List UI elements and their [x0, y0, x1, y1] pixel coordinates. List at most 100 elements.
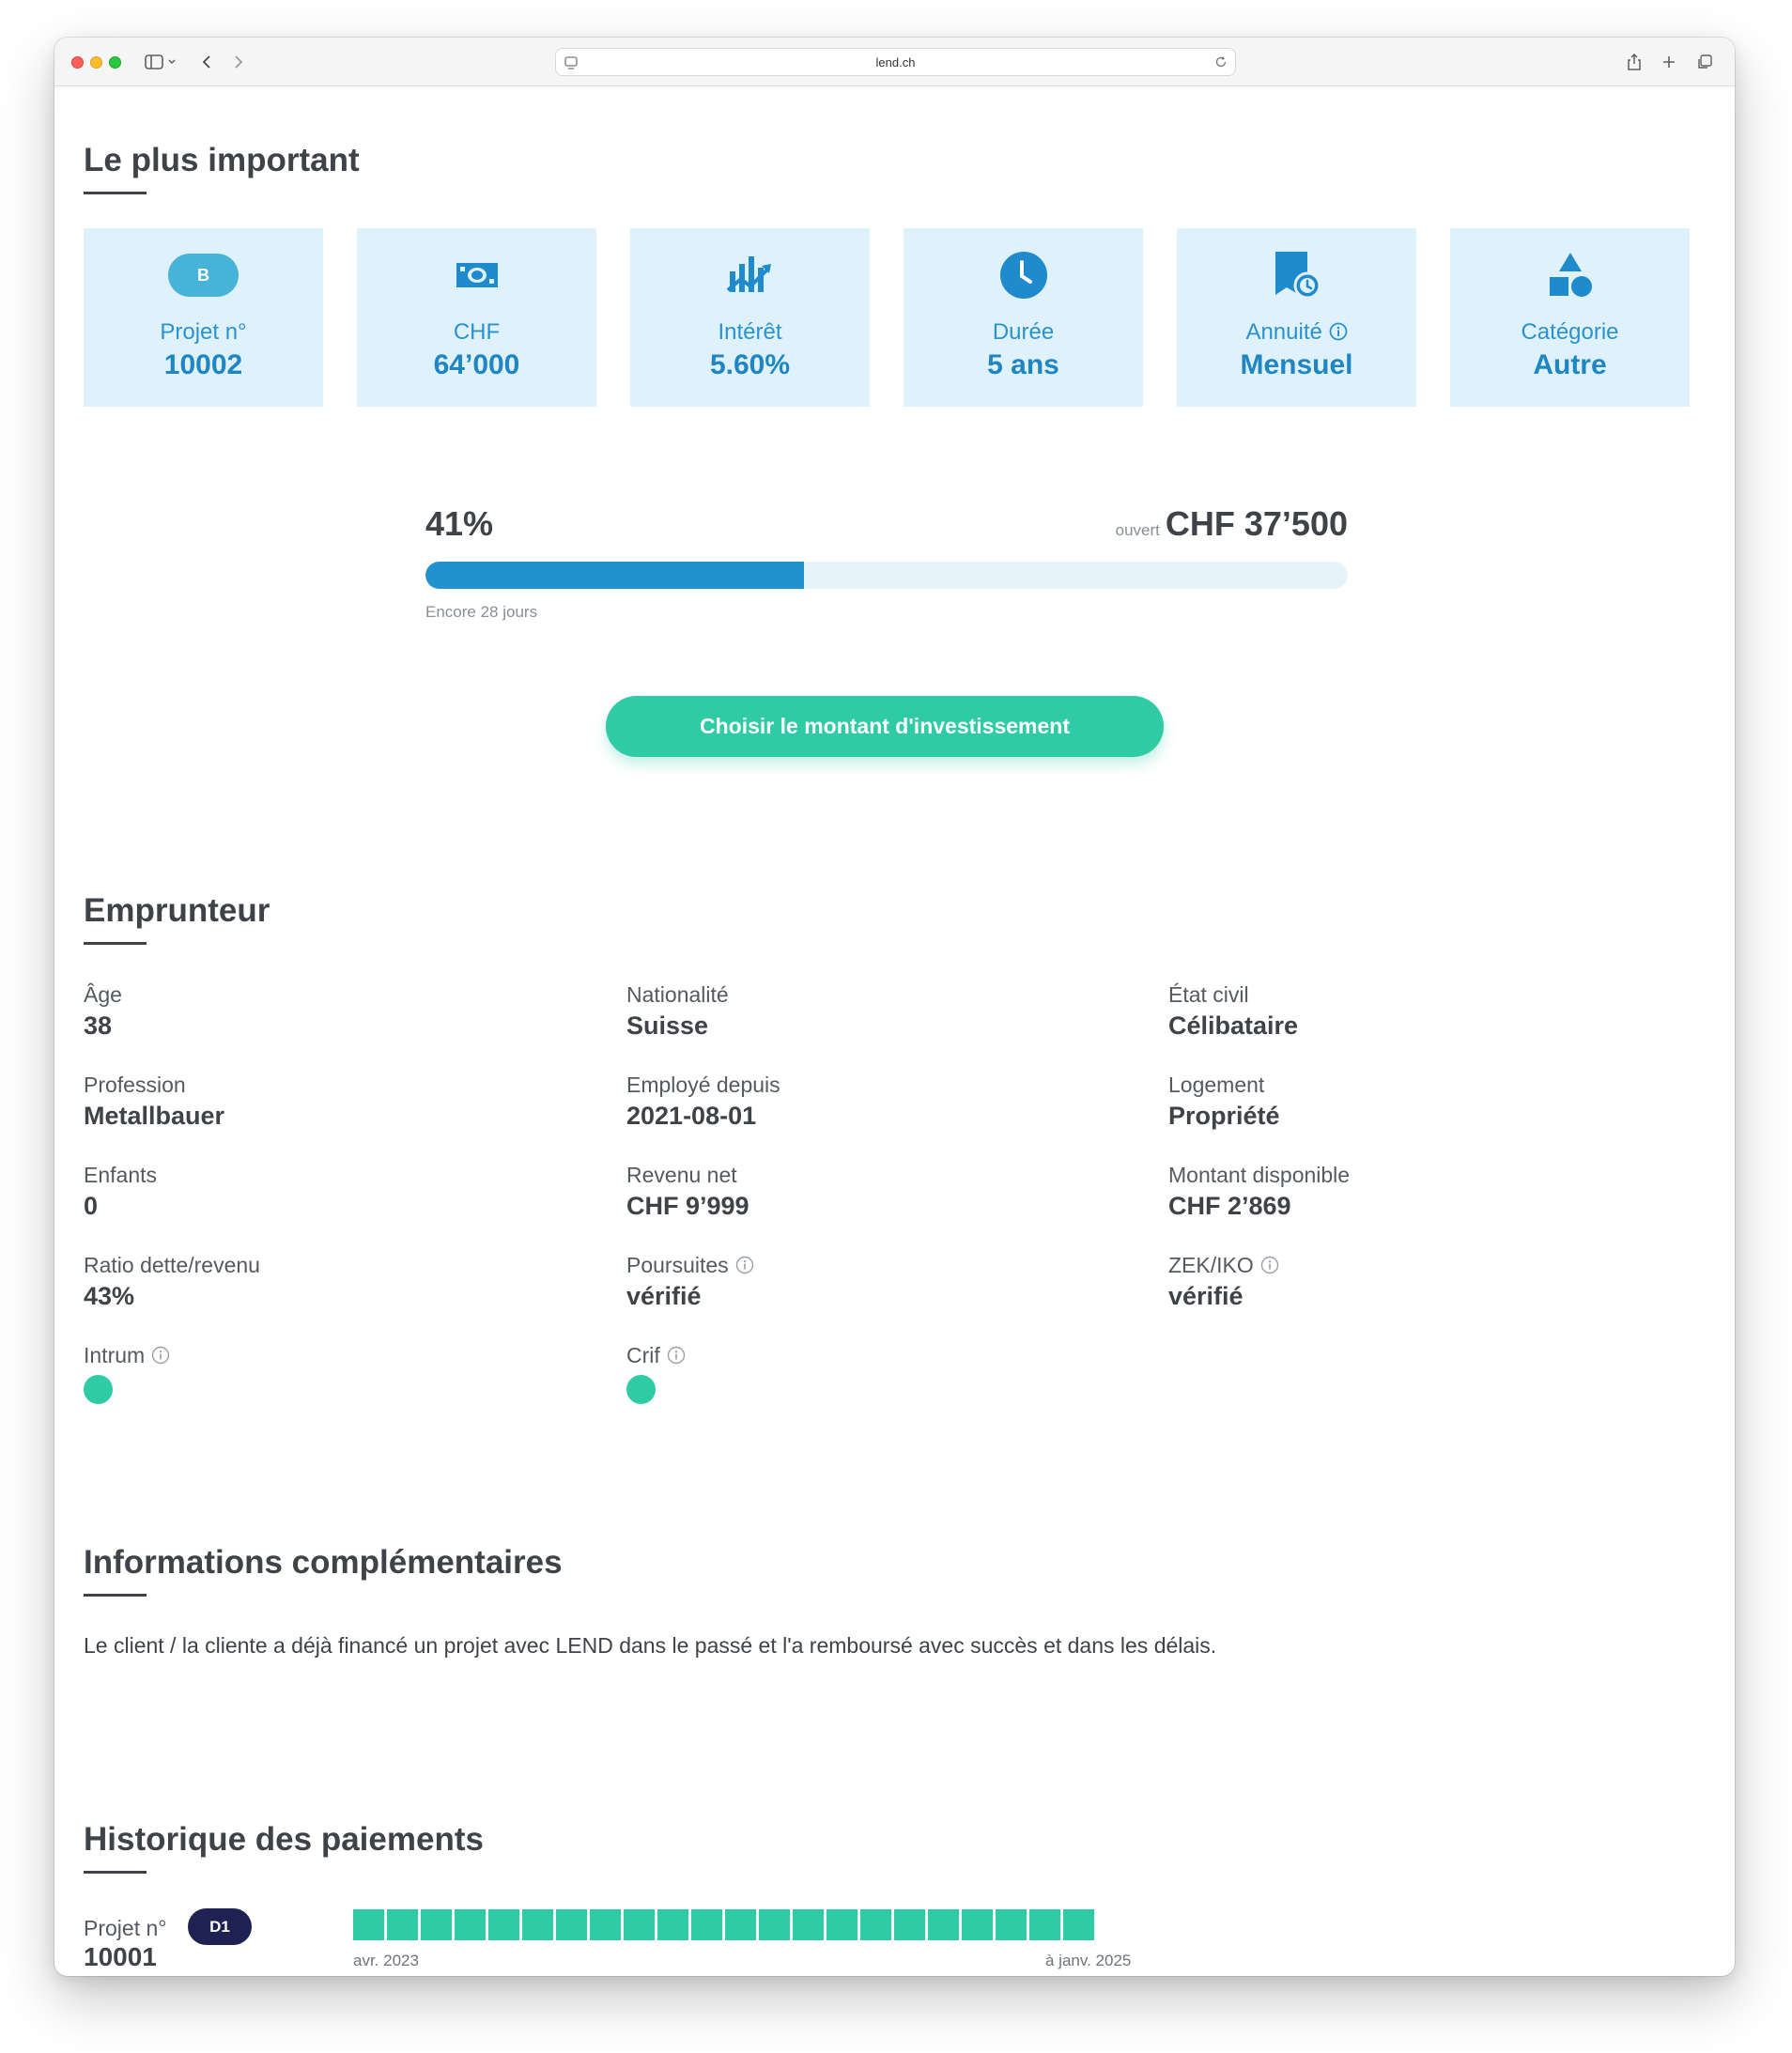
field-value: Propriété	[1168, 1102, 1280, 1130]
chevron-right-icon	[235, 55, 243, 69]
payment-paid-marker	[522, 1909, 553, 1940]
growth-chart-icon	[726, 256, 771, 296]
reload-icon[interactable]	[1214, 55, 1228, 73]
progress-bar-fill	[425, 562, 804, 589]
close-window-button[interactable]	[71, 56, 84, 69]
card-label: CHF	[453, 319, 501, 345]
minimize-window-button[interactable]	[90, 56, 102, 69]
card-category: Catégorie Autre	[1450, 228, 1690, 407]
field-debt-ratio: Ratio dette/revenu 43%	[84, 1251, 553, 1311]
card-value: 5 ans	[987, 349, 1059, 380]
field-label-text: Poursuites	[626, 1252, 729, 1277]
back-button[interactable]	[201, 51, 212, 73]
field-value: 43%	[84, 1282, 135, 1310]
info-icon[interactable]	[1260, 1256, 1279, 1274]
shapes-icon	[1549, 253, 1592, 297]
field-label: Revenu net	[626, 1162, 737, 1187]
clock-icon	[999, 252, 1047, 299]
section-underline	[84, 942, 147, 945]
address-bar[interactable]: lend.ch	[555, 48, 1236, 76]
field-value: CHF 9’999	[626, 1192, 749, 1220]
calendar-clock-icon	[1274, 252, 1321, 300]
payment-paid-marker	[894, 1909, 925, 1940]
additional-info-text: Le client / la cliente a déjà financé un…	[84, 1633, 1217, 1658]
status-ok-indicator	[84, 1375, 113, 1404]
field-housing: Logement Propriété	[1168, 1071, 1638, 1131]
payment-paid-marker	[860, 1909, 891, 1940]
card-amount: CHF 64’000	[357, 228, 596, 407]
forward-button[interactable]	[233, 51, 244, 73]
card-project: B Projet n° 10002	[84, 228, 323, 407]
field-label: Enfants	[84, 1162, 157, 1187]
payment-paid-marker	[725, 1909, 756, 1940]
field-label: Intrum	[84, 1341, 553, 1369]
payment-paid-marker	[759, 1909, 790, 1940]
field-label: Crif	[626, 1341, 1096, 1369]
field-label: Montant disponible	[1168, 1162, 1351, 1187]
tab-group-dropdown[interactable]	[167, 51, 177, 73]
field-value: Suisse	[626, 1011, 709, 1040]
field-net-income: Revenu net CHF 9’999	[626, 1161, 1096, 1221]
status-ok-indicator	[626, 1375, 656, 1404]
payment-paid-marker	[657, 1909, 688, 1940]
section-title-payment-history: Historique des paiements	[84, 1821, 484, 1858]
browser-window: lend.ch Le plus important B Projet n° 10…	[54, 38, 1735, 1976]
field-label-text: Intrum	[84, 1342, 146, 1367]
field-value: Metallbauer	[84, 1102, 225, 1130]
history-end-date: à janv. 2025	[1045, 1952, 1132, 1969]
chevron-down-icon	[168, 59, 176, 65]
grade-badge-icon: B	[168, 254, 239, 297]
field-civil-status: État civil Célibataire	[1168, 980, 1638, 1041]
browser-toolbar: lend.ch	[54, 38, 1735, 86]
history-start-date: avr. 2023	[353, 1952, 419, 1969]
funded-percentage: 41%	[425, 504, 494, 543]
card-value: Autre	[1533, 349, 1607, 380]
card-interest: Intérêt 5.60%	[630, 228, 870, 407]
payment-paid-marker	[928, 1909, 959, 1940]
payment-paid-marker	[590, 1909, 621, 1940]
payment-paid-marker	[826, 1909, 857, 1940]
card-value: 10002	[163, 349, 243, 380]
info-icon[interactable]	[735, 1256, 754, 1274]
payment-paid-marker	[387, 1909, 418, 1940]
info-icon[interactable]	[667, 1346, 686, 1365]
maximize-window-button[interactable]	[109, 56, 121, 69]
field-nationality: Nationalité Suisse	[626, 980, 1096, 1041]
field-value: 2021-08-01	[626, 1102, 757, 1130]
grade-badge: D1	[188, 1908, 252, 1945]
highlight-cards: B Projet n° 10002 CHF 64’000 Intérêt 5.6…	[84, 228, 1690, 407]
payment-paid-marker	[556, 1909, 587, 1940]
remaining-days: Encore 28 jours	[425, 603, 538, 621]
progress-bar	[425, 562, 1348, 589]
payment-paid-marker	[455, 1909, 486, 1940]
field-label: Poursuites	[626, 1251, 1096, 1279]
field-intrum: Intrum	[84, 1341, 553, 1404]
field-zek-iko: ZEK/IKO vérifié	[1168, 1251, 1638, 1311]
payment-paid-marker	[488, 1909, 519, 1940]
field-label: Profession	[84, 1072, 186, 1097]
info-icon[interactable]	[1329, 322, 1348, 341]
field-label: ZEK/IKO	[1168, 1251, 1638, 1279]
url-text: lend.ch	[875, 55, 916, 69]
sidebar-toggle-button[interactable]	[145, 51, 163, 73]
payment-paid-marker	[793, 1909, 824, 1940]
payment-paid-marker	[996, 1909, 1027, 1940]
open-label: ouvert	[1115, 521, 1160, 539]
payment-paid-marker	[1063, 1909, 1094, 1940]
section-underline	[84, 1594, 147, 1597]
choose-investment-amount-button[interactable]: Choisir le montant d'investissement	[606, 696, 1164, 757]
tab-overview-button[interactable]	[1696, 51, 1713, 73]
payment-paid-marker	[691, 1909, 722, 1940]
payment-paid-marker	[421, 1909, 452, 1940]
share-button[interactable]	[1627, 51, 1642, 73]
info-icon[interactable]	[151, 1346, 170, 1365]
card-label: Durée	[992, 319, 1055, 345]
chevron-left-icon	[202, 55, 210, 69]
tabs-overview-icon	[1698, 54, 1712, 69]
field-employed-since: Employé depuis 2021-08-01	[626, 1071, 1096, 1131]
card-label-text: Annuité	[1245, 319, 1322, 345]
new-tab-button[interactable]	[1661, 51, 1676, 73]
field-label: Ratio dette/revenu	[84, 1252, 260, 1277]
open-value: CHF 37’500	[1165, 504, 1348, 543]
history-project-label: Projet n°	[84, 1916, 167, 1940]
